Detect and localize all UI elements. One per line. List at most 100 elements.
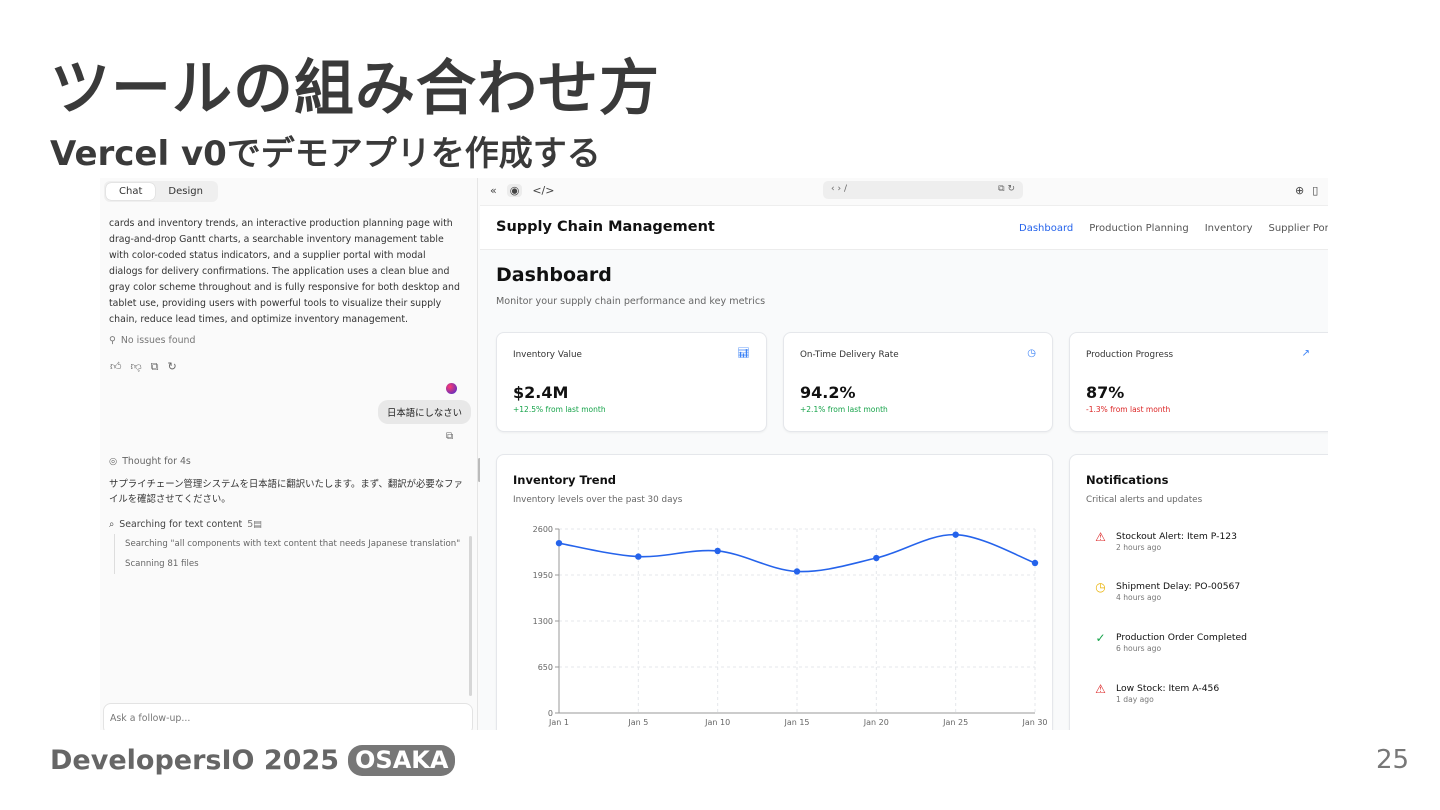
x-tick-label: Jan 20 bbox=[863, 718, 889, 727]
chat-scrollbar[interactable] bbox=[469, 536, 472, 696]
notification-title: Low Stock: Item A-456 bbox=[1116, 683, 1220, 694]
toolbar-right: ⊕ ▯ bbox=[1295, 184, 1318, 197]
chat-panel: Chat Design cards and inventory trends, … bbox=[100, 178, 478, 730]
copy-icon[interactable]: ⧉ bbox=[151, 360, 159, 374]
notification-item[interactable]: ⚠ Stockout Alert: Item P-123 2 hours ago bbox=[1094, 531, 1237, 553]
user-message: 日本語にしなさい bbox=[378, 400, 472, 424]
check-circle-icon: ✓ bbox=[1095, 631, 1106, 645]
nav-supplier-portal[interactable]: Supplier Por bbox=[1269, 223, 1329, 234]
kpi-card-production-progress: Production Progress ↗ 87% -1.3% from las… bbox=[1069, 332, 1328, 432]
scanning-files: Scanning 81 files bbox=[125, 559, 199, 569]
kpi-value: 94.2% bbox=[800, 383, 856, 402]
x-tick-label: Jan 15 bbox=[783, 718, 809, 727]
bar-chart-icon: 📊︎ bbox=[737, 348, 750, 359]
notification-title: Shipment Delay: PO-00567 bbox=[1116, 581, 1241, 592]
notification-item[interactable]: ◷ Shipment Delay: PO-00567 4 hours ago bbox=[1094, 581, 1241, 603]
kpi-value: 87% bbox=[1086, 383, 1125, 402]
kpi-label: On-Time Delivery Rate bbox=[800, 350, 899, 360]
assistant-reply-jp: サプライチェーン管理システムを日本語に翻訳いたします。まず、翻訳が必要なファイル… bbox=[109, 479, 463, 505]
notification-title: Stockout Alert: Item P-123 bbox=[1116, 531, 1237, 542]
crosshair-icon[interactable]: ⊕ bbox=[1295, 184, 1304, 197]
retry-icon[interactable]: ↻ bbox=[168, 360, 177, 374]
url-bar[interactable]: ‹ › / ⧉ ↻ bbox=[823, 181, 1023, 199]
notification-time: 1 day ago bbox=[1116, 695, 1154, 704]
search-label: Searching for text content bbox=[119, 519, 243, 530]
data-point bbox=[1031, 559, 1039, 567]
y-tick-label: 650 bbox=[538, 663, 553, 672]
app-nav: Dashboard Production Planning Inventory … bbox=[1019, 223, 1328, 234]
x-tick-label: Jan 5 bbox=[627, 718, 648, 727]
data-point bbox=[714, 547, 721, 555]
inventory-trend-card: Inventory Trend Inventory levels over th… bbox=[496, 454, 1053, 730]
toolbar-left: « ◉ </> bbox=[490, 184, 554, 197]
data-point bbox=[873, 554, 880, 562]
tab-chat[interactable]: Chat bbox=[106, 183, 156, 200]
kpi-delta: -1.3% from last month bbox=[1086, 405, 1171, 414]
y-tick-label: 1300 bbox=[533, 617, 553, 626]
forward-icon[interactable]: › bbox=[837, 184, 841, 194]
thought-label: Thought for 4s bbox=[122, 456, 191, 467]
nav-dashboard[interactable]: Dashboard bbox=[1019, 223, 1073, 234]
brain-icon: ◎ bbox=[109, 456, 118, 467]
y-tick-label: 2600 bbox=[533, 525, 553, 534]
back-icon[interactable]: ‹ bbox=[831, 184, 835, 194]
page-number: 25 bbox=[1376, 745, 1410, 775]
notification-item[interactable]: ⚠ Low Stock: Item A-456 1 day ago bbox=[1094, 683, 1220, 705]
search-details: Searching "all components with text cont… bbox=[114, 534, 460, 574]
tab-design[interactable]: Design bbox=[155, 183, 216, 200]
copy-message-icon[interactable]: ⧉ bbox=[446, 431, 453, 442]
slide-title: ツールの組み合わせ方 bbox=[50, 54, 660, 124]
code-icon[interactable]: </> bbox=[532, 184, 554, 197]
url-actions: ⧉ ↻ bbox=[998, 184, 1015, 196]
slide: ツールの組み合わせ方 Vercel v0でデモアプリを作成する Chat Des… bbox=[0, 0, 1440, 810]
url-path: / bbox=[843, 184, 848, 194]
notification-time: 6 hours ago bbox=[1116, 644, 1162, 653]
x-tick-label: Jan 1 bbox=[548, 718, 569, 727]
preview-panel: « ◉ </> ‹ › / ⧉ ↻ ⊕ ▯ Supply Chain Manag… bbox=[480, 178, 1328, 730]
data-point bbox=[793, 568, 801, 575]
thought-status[interactable]: ◎ Thought for 4s bbox=[109, 456, 191, 467]
follow-up-input[interactable]: Ask a follow-up... bbox=[103, 703, 473, 730]
fullscreen-icon[interactable]: ▯ bbox=[1312, 184, 1318, 197]
feedback-actions: 👍︎ 👎︎ ⧉ ↻ bbox=[110, 360, 177, 374]
search-icon: ⌕ bbox=[109, 519, 115, 530]
kpi-delta: +12.5% from last month bbox=[513, 405, 606, 414]
data-point bbox=[555, 539, 563, 547]
data-point bbox=[635, 553, 642, 560]
notifications-card: Notifications Critical alerts and update… bbox=[1069, 454, 1328, 730]
kpi-label: Inventory Value bbox=[513, 350, 582, 360]
notification-item[interactable]: ✓ Production Order Completed 6 hours ago bbox=[1094, 631, 1247, 654]
thumbs-down-icon[interactable]: 👎︎ bbox=[131, 360, 142, 374]
refresh-icon[interactable]: ↻ bbox=[1007, 184, 1015, 194]
url-nav: ‹ › / bbox=[831, 184, 847, 196]
page-description: Monitor your supply chain performance an… bbox=[496, 296, 766, 307]
notifications-subtitle: Critical alerts and updates bbox=[1086, 495, 1203, 505]
preview-eye-icon[interactable]: ◉ bbox=[506, 184, 523, 197]
nav-production-planning[interactable]: Production Planning bbox=[1089, 223, 1188, 234]
kpi-card-inventory-value: Inventory Value 📊︎ $2.4M +12.5% from las… bbox=[496, 332, 767, 432]
chat-tabs: Chat Design bbox=[104, 181, 218, 202]
app-brand[interactable]: Supply Chain Management bbox=[496, 219, 715, 235]
preview-toolbar: « ◉ </> ‹ › / ⧉ ↻ ⊕ ▯ bbox=[480, 178, 1328, 206]
notification-time: 2 hours ago bbox=[1116, 543, 1162, 552]
search-step[interactable]: ⌕ Searching for text content 5▤ bbox=[109, 519, 262, 530]
user-avatar bbox=[446, 383, 457, 394]
external-link-icon[interactable]: ⧉ bbox=[998, 184, 1004, 194]
footer-badge: OSAKA bbox=[348, 745, 456, 776]
inventory-trend-chart: 0 650 1300 1950 2600 Jan 1 Jan 5 Jan 10 Jan 15 Ja… bbox=[533, 525, 1048, 727]
search-count: 5▤ bbox=[247, 519, 262, 530]
notification-time: 4 hours ago bbox=[1116, 593, 1162, 602]
notifications-title: Notifications bbox=[1086, 473, 1169, 487]
collapse-icon[interactable]: « bbox=[490, 184, 497, 197]
wrench-icon: ⚲ bbox=[109, 335, 116, 346]
notification-title: Production Order Completed bbox=[1116, 632, 1247, 643]
kpi-card-on-time-delivery: On-Time Delivery Rate ◷ 94.2% +2.1% from… bbox=[783, 332, 1053, 432]
y-tick-label: 0 bbox=[548, 709, 553, 718]
assistant-message: cards and inventory trends, an interacti… bbox=[109, 218, 460, 325]
trending-up-icon: ↗ bbox=[1301, 348, 1310, 359]
slide-subtitle: Vercel v0でデモアプリを作成する bbox=[50, 134, 601, 174]
data-point bbox=[952, 531, 959, 538]
nav-inventory[interactable]: Inventory bbox=[1205, 223, 1253, 234]
kpi-value: $2.4M bbox=[513, 383, 569, 402]
thumbs-up-icon[interactable]: 👍︎ bbox=[110, 360, 122, 374]
